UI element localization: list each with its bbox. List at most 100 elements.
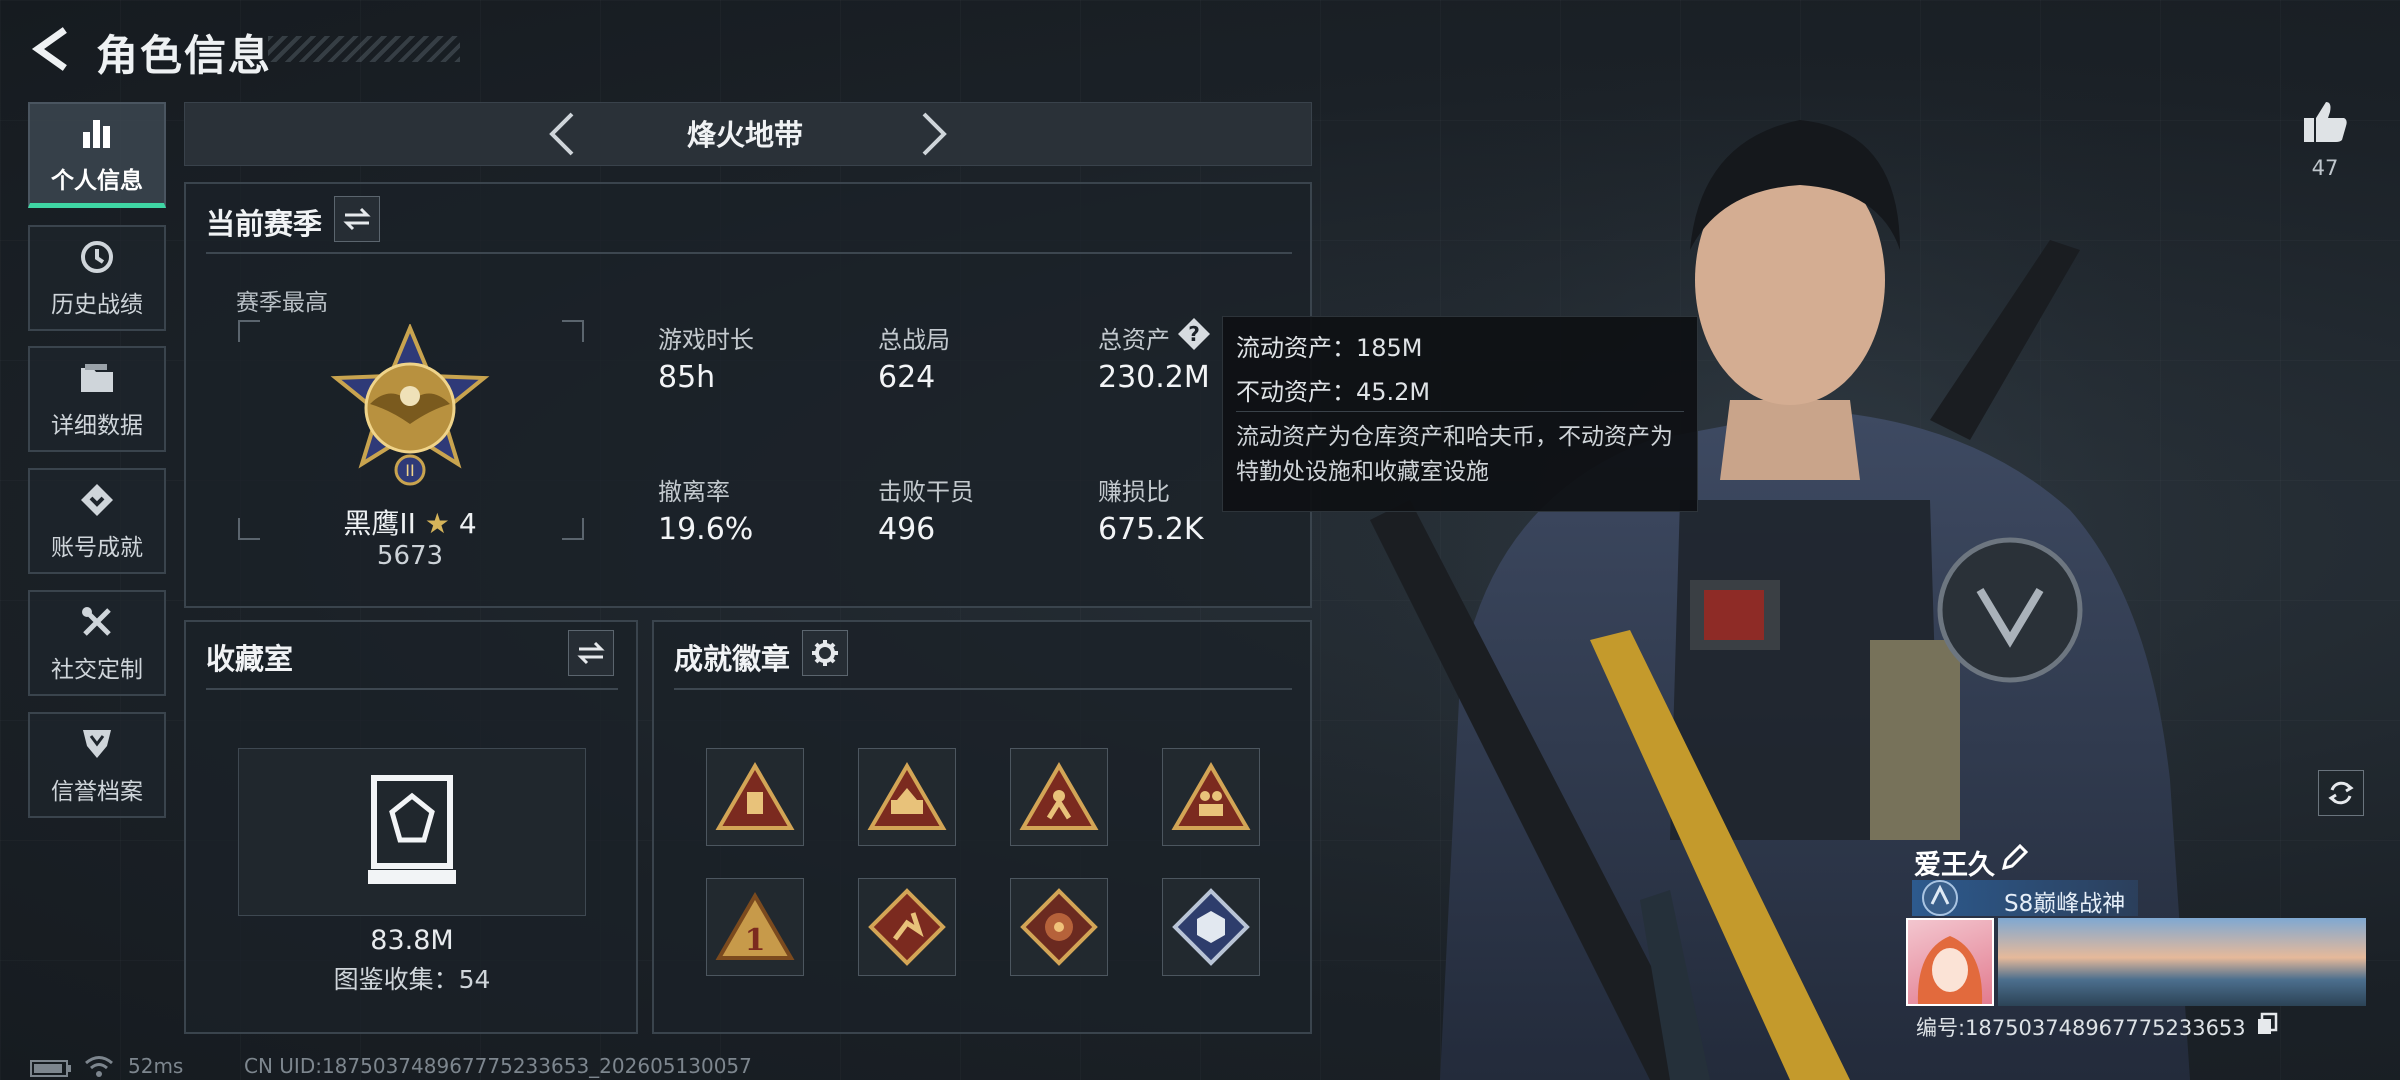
profile-banner[interactable] xyxy=(1998,918,2366,1006)
first-place-badge-icon: 1 xyxy=(715,892,795,960)
player-uid: 编号:1875037489677752336​53 xyxy=(1916,1016,2246,1040)
swap-button[interactable] xyxy=(334,196,380,242)
like-count: 47 xyxy=(2311,156,2339,180)
nav-credit-record[interactable]: 信誉档案 xyxy=(28,712,166,818)
divider xyxy=(1236,411,1684,412)
nav-detailed-data[interactable]: 详细数据 xyxy=(28,346,166,452)
bag-badge-icon xyxy=(715,762,795,830)
squad-badge-icon xyxy=(1171,762,1251,830)
cube-badge-icon xyxy=(1172,888,1250,966)
title-badge-icon xyxy=(1922,880,1958,916)
badge-slot[interactable]: 1 xyxy=(706,878,804,976)
badge-slot[interactable] xyxy=(1010,748,1108,846)
tooltip-fixed-assets: 不动资产：45.2M xyxy=(1236,378,1431,406)
refresh-button[interactable] xyxy=(2318,770,2364,816)
dragon-badge-icon xyxy=(1020,888,1098,966)
nav-label: 个人信息 xyxy=(51,167,143,194)
stat-label: 总资产 xyxy=(1098,326,1170,354)
edit-pencil-icon[interactable] xyxy=(2000,844,2028,872)
question-help-icon[interactable]: ? xyxy=(1176,316,1212,352)
badges-title: 成就徽章 xyxy=(674,642,791,676)
battery-icon xyxy=(30,1060,71,1077)
collection-title: 收藏室 xyxy=(206,642,294,676)
badge-slot[interactable] xyxy=(1162,748,1260,846)
badge-slot[interactable] xyxy=(858,878,956,976)
gear-icon xyxy=(812,640,838,666)
chevron-left-icon[interactable] xyxy=(538,110,588,158)
nav-personal-info[interactable]: 个人信息 xyxy=(28,102,166,208)
nav-history[interactable]: 历史战绩 xyxy=(28,225,166,331)
season-best-label: 赛季最高 xyxy=(236,290,328,316)
divider xyxy=(674,688,1292,690)
thumbs-up-icon[interactable] xyxy=(2302,98,2348,144)
frame-corner xyxy=(238,320,260,342)
svg-text:1: 1 xyxy=(745,923,766,958)
refresh-icon xyxy=(2328,781,2354,805)
divider xyxy=(206,688,618,690)
frame-corner xyxy=(562,320,584,342)
stat-value: 19.6% xyxy=(658,512,754,547)
badge-slot[interactable] xyxy=(858,748,956,846)
folder-icon xyxy=(77,358,117,398)
display-case-icon xyxy=(368,775,456,884)
nav-label: 详细数据 xyxy=(51,413,143,439)
collection-count: 图鉴收集：54 xyxy=(333,965,491,994)
avatar-portrait-icon xyxy=(1917,936,1983,1004)
badge-settings-button[interactable] xyxy=(802,630,848,676)
badge-slot[interactable] xyxy=(706,748,804,846)
tools-icon xyxy=(77,602,117,642)
nav-label: 信誉档案 xyxy=(51,779,143,805)
server-uid: CN UID:187503748967775233653_20260513005… xyxy=(244,1054,752,1078)
star-icon: ★ xyxy=(424,507,450,540)
stat-label: 游戏时长 xyxy=(658,326,754,354)
nav-label: 账号成就 xyxy=(51,535,143,561)
swap-button[interactable] xyxy=(568,630,614,676)
collection-value: 83.8M xyxy=(370,925,454,956)
svg-text:II: II xyxy=(405,461,414,480)
stat-label: 总战局 xyxy=(878,326,950,354)
nav-label: 历史战绩 xyxy=(51,292,143,318)
stat-value: 496 xyxy=(878,512,936,547)
bar-chart-icon xyxy=(77,113,117,153)
nav-social-custom[interactable]: 社交定制 xyxy=(28,590,166,696)
nav-achievements[interactable]: 账号成就 xyxy=(28,468,166,574)
stat-label: 赚损比 xyxy=(1098,478,1170,506)
achievement-icon xyxy=(77,480,117,520)
wifi-icon xyxy=(85,1056,113,1077)
rank-stars: 4 xyxy=(458,507,477,540)
chevron-right-icon[interactable] xyxy=(908,110,958,158)
badge-slot[interactable] xyxy=(1162,878,1260,976)
back-arrow-icon[interactable] xyxy=(28,26,72,72)
frame-corner xyxy=(238,518,260,540)
rank-name: 黑鹰II xyxy=(343,507,416,540)
svg-text:?: ? xyxy=(1188,322,1200,346)
stat-value: 85h xyxy=(658,360,716,395)
runner-badge-icon xyxy=(868,888,946,966)
badge-slot[interactable] xyxy=(1010,878,1108,976)
stat-label: 撤离率 xyxy=(658,478,730,506)
avatar[interactable] xyxy=(1906,918,1994,1006)
divider xyxy=(206,252,1292,254)
rank-name-row: 黑鹰II ★ 4 xyxy=(320,502,500,542)
swap-icon xyxy=(577,641,605,665)
stat-value: 624 xyxy=(878,360,936,395)
ping-status: 52ms xyxy=(128,1054,184,1078)
nav-label: 社交定制 xyxy=(51,657,143,683)
stat-value: 230.2M xyxy=(1098,360,1210,395)
season-title: 当前赛季 xyxy=(206,207,323,241)
player-name: 爱王久 xyxy=(1914,850,1995,881)
tooltip-description: 流动资产为仓库资产和哈夫币，不动资产为特勤处设施和收藏室设施 xyxy=(1236,424,1673,485)
fighter-badge-icon xyxy=(1019,762,1099,830)
frame-corner xyxy=(562,518,584,540)
player-title: S8巅峰战神 xyxy=(2004,891,2126,917)
swap-icon xyxy=(343,207,371,231)
black-hawk-rank-icon: II xyxy=(330,324,490,486)
stat-label: 击败干员 xyxy=(878,478,974,506)
emblem-icon xyxy=(77,724,117,764)
camp-badge-icon xyxy=(867,762,947,830)
stat-value: 675.2K xyxy=(1098,512,1204,547)
page-title: 角色信息 xyxy=(96,31,273,80)
mode-name: 烽火地带 xyxy=(686,118,803,152)
history-clock-icon xyxy=(77,237,117,277)
copy-icon[interactable] xyxy=(2256,1012,2278,1036)
